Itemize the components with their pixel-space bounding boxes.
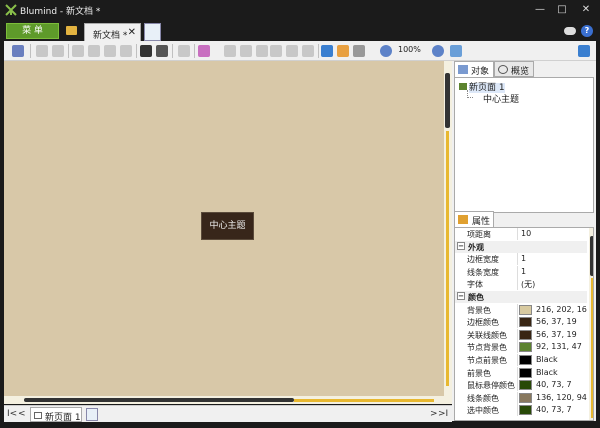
close-tab-icon[interactable]: ✕ — [128, 27, 136, 38]
property-grid: 项距离 10− 外观 边框宽度 1 线条宽度 1 字体 (无) − 颜色 背景色 216, 202, 1… — [454, 227, 594, 421]
collapse-icon[interactable]: − — [457, 292, 465, 300]
zoom-in-icon[interactable] — [432, 45, 444, 57]
vertical-scrollbar[interactable] — [444, 61, 452, 396]
scroll-thumb[interactable] — [445, 73, 450, 128]
link-icon[interactable] — [256, 45, 268, 57]
tab-properties[interactable]: 属性 — [454, 211, 494, 227]
redo-icon[interactable] — [52, 45, 64, 57]
color-swatch — [519, 304, 532, 315]
first-page-button[interactable]: I< — [7, 409, 17, 419]
undo-icon[interactable] — [36, 45, 48, 57]
property-row[interactable]: 边框宽度 1 — [455, 253, 587, 266]
main-menu-button[interactable]: 菜 单 — [6, 23, 59, 39]
page-tab[interactable]: 新页面 1 — [30, 407, 82, 423]
color-swatch — [519, 367, 532, 378]
cut-icon[interactable] — [72, 45, 84, 57]
panel-toggle-icon[interactable] — [578, 45, 590, 57]
properties-icon — [458, 215, 468, 224]
tab-objects[interactable]: 对象 — [454, 61, 494, 77]
close-window-icon[interactable]: ✕ — [578, 2, 594, 18]
property-scrollbar[interactable] — [589, 228, 593, 420]
select-tool-icon[interactable] — [321, 45, 333, 57]
toolbar: 100% — [4, 41, 596, 61]
property-category[interactable]: − 外观 — [455, 240, 587, 253]
find-icon[interactable] — [140, 45, 152, 57]
fit-window-icon[interactable] — [450, 45, 462, 57]
align-icon[interactable] — [270, 45, 282, 57]
layout-icon[interactable] — [286, 45, 298, 57]
arrange-icon[interactable] — [302, 45, 314, 57]
timer-icon[interactable] — [353, 45, 365, 57]
paste-icon[interactable] — [104, 45, 116, 57]
menu-bar: 菜 单 新文档 * ✕ ? — [0, 21, 600, 42]
document-tab-label: 新文档 * — [93, 31, 128, 41]
property-row[interactable]: 选中颜色 40, 73, 7 — [455, 404, 587, 417]
tab-overview[interactable]: 概览 — [494, 61, 534, 77]
minimize-icon[interactable]: — — [532, 2, 548, 18]
scroll-thumb[interactable] — [24, 398, 294, 402]
open-folder-icon[interactable] — [66, 26, 77, 35]
prev-page-button[interactable]: < — [18, 409, 26, 419]
add-subtopic-icon[interactable] — [240, 45, 252, 57]
color-swatch — [519, 329, 532, 340]
central-topic[interactable]: 中心主题 — [201, 212, 254, 240]
title-bar: Blumind - 新文档 * — □ ✕ — [0, 0, 600, 21]
new-document-icon[interactable] — [144, 23, 161, 41]
theme-icon[interactable] — [198, 45, 210, 57]
save-icon[interactable] — [12, 45, 24, 57]
property-row[interactable]: 项距离 10 — [455, 228, 587, 240]
cloud-icon[interactable] — [564, 27, 576, 35]
property-row[interactable]: 字体 (无) — [455, 278, 587, 291]
collapse-icon[interactable]: − — [457, 241, 465, 250]
tree-item-topic[interactable]: 中心主题 — [483, 92, 519, 105]
color-swatch — [519, 317, 532, 328]
property-row[interactable]: 线条宽度 1 — [455, 265, 587, 278]
zoom-out-icon[interactable] — [380, 45, 392, 57]
add-page-icon[interactable] — [86, 408, 98, 421]
color-swatch — [519, 392, 532, 403]
property-row[interactable]: 关联线颜色 56, 37, 19 — [455, 328, 587, 341]
horizontal-scrollbar[interactable] — [4, 396, 452, 404]
color-swatch — [519, 380, 532, 391]
property-row[interactable]: 线条颜色 136, 120, 94 — [455, 391, 587, 404]
sidebar: 对象 概览 新页面 1 中心主题 属性 项距离 10− 外观 边框宽度 1 线条宽度 1 字体… — [452, 61, 596, 421]
delete-icon[interactable] — [120, 45, 132, 57]
property-row[interactable]: 节点前景色 Black — [455, 354, 587, 366]
format-painter-icon[interactable] — [178, 45, 190, 57]
object-tree: 新页面 1 中心主题 — [454, 77, 594, 213]
property-row[interactable]: 前景色 Black — [455, 366, 587, 379]
add-topic-icon[interactable] — [224, 45, 236, 57]
maximize-icon[interactable]: □ — [554, 2, 570, 18]
property-row[interactable]: 背景色 216, 202, 16 — [455, 303, 587, 316]
replace-icon[interactable] — [156, 45, 168, 57]
property-category[interactable]: − 颜色 — [455, 291, 587, 303]
property-row[interactable]: 鼠标悬停颜色 40, 73, 7 — [455, 379, 587, 392]
help-icon[interactable]: ? — [581, 25, 593, 37]
color-swatch — [519, 342, 532, 353]
overview-icon — [498, 65, 508, 74]
last-page-button[interactable]: >I — [438, 409, 448, 419]
page-bar: I< < 新页面 1 > >I — [4, 405, 452, 423]
status-bar — [0, 422, 600, 428]
zoom-level[interactable]: 100% — [398, 45, 421, 54]
objects-icon — [458, 65, 468, 74]
next-page-button[interactable]: > — [430, 409, 438, 419]
page-node-icon — [459, 83, 467, 90]
page-icon — [34, 412, 42, 419]
hand-tool-icon[interactable] — [337, 45, 349, 57]
document-tab[interactable]: 新文档 * ✕ — [84, 23, 141, 42]
blumind-logo-icon — [5, 4, 17, 16]
window-title: Blumind - 新文档 * — [20, 7, 101, 17]
property-row[interactable]: 节点背景色 92, 131, 47 — [455, 341, 587, 354]
scroll-thumb[interactable] — [590, 236, 593, 276]
color-swatch — [519, 405, 532, 416]
copy-icon[interactable] — [88, 45, 100, 57]
property-row[interactable]: 边框颜色 56, 37, 19 — [455, 316, 587, 329]
color-swatch — [519, 355, 532, 365]
